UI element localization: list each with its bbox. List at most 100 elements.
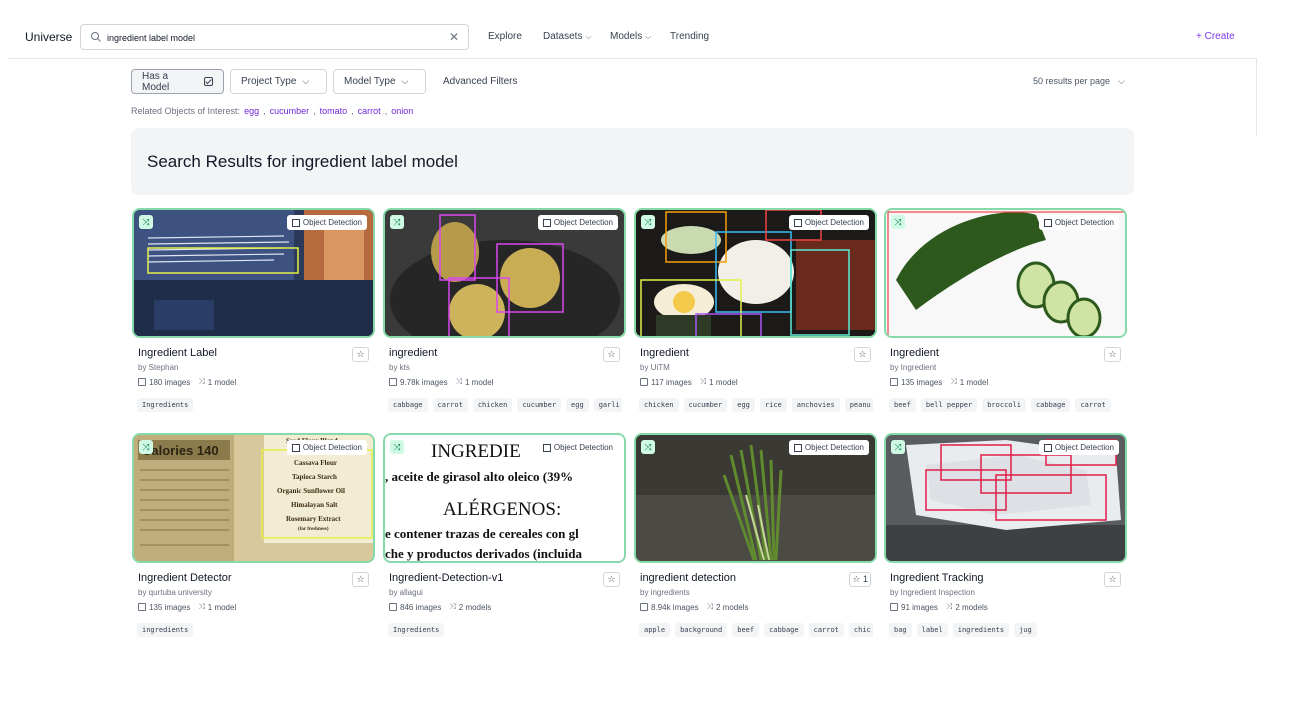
card-title[interactable]: Ingredient	[890, 347, 939, 359]
tag[interactable]: chicken	[472, 398, 513, 412]
tag[interactable]: broccoli	[982, 398, 1026, 412]
nav-explore[interactable]: Explore	[488, 31, 522, 42]
card-thumbnail[interactable]: ⤨ Object Detection	[383, 208, 626, 338]
close-icon[interactable]: ✕	[447, 30, 461, 44]
card-thumbnail[interactable]: ⤨ Object Detection	[132, 208, 375, 338]
tag[interactable]: bell pepper	[920, 398, 978, 412]
project-card[interactable]: INGREDIE , aceite de girasol alto oleico…	[383, 433, 626, 637]
tag[interactable]: bag	[889, 623, 912, 637]
tag[interactable]: ingredients	[952, 623, 1010, 637]
project-card[interactable]: Calories 140 Seed Flour Blend Cassava Fl…	[132, 433, 375, 637]
image-icon	[389, 603, 397, 611]
nav-datasets[interactable]: Datasets ⌵	[543, 31, 592, 42]
tag[interactable]: chic	[848, 623, 873, 637]
tag[interactable]: cucumber	[683, 398, 728, 412]
bounding-box-icon	[793, 443, 802, 452]
model-icon: ⤨	[139, 215, 153, 229]
card-thumbnail[interactable]: INGREDIE , aceite de girasol alto oleico…	[383, 433, 626, 563]
tag[interactable]: egg	[566, 398, 589, 412]
brand-logo[interactable]: Universe	[25, 30, 72, 44]
tag[interactable]: background	[675, 623, 728, 637]
project-type-filter[interactable]: Project Type ⌵	[230, 69, 327, 94]
tag[interactable]: rice	[759, 398, 787, 412]
related-item[interactable]: tomato	[320, 106, 348, 116]
project-card[interactable]: ⤨ Object Detection Ingredient Tracking ☆…	[884, 433, 1127, 637]
tag[interactable]: beef	[732, 623, 760, 637]
tag[interactable]: carrot	[1075, 398, 1111, 412]
project-type-badge: Object Detection	[286, 215, 367, 230]
tag[interactable]: carrot	[432, 398, 468, 412]
card-thumbnail[interactable]: ⤨ Object Detection	[884, 208, 1127, 338]
tag[interactable]: label	[916, 623, 948, 637]
tag[interactable]: apple	[639, 623, 671, 637]
create-button[interactable]: + Create	[1196, 31, 1235, 42]
project-card[interactable]: ⤨ Object Detection ingredient detection …	[634, 433, 877, 637]
image-icon	[640, 378, 648, 386]
related-item[interactable]: onion	[391, 106, 413, 116]
card-thumbnail[interactable]: Calories 140 Seed Flour Blend Cassava Fl…	[132, 433, 375, 563]
card-meta: 846 images ⤨ 2 models	[389, 602, 491, 612]
related-item[interactable]: egg	[244, 106, 259, 116]
chevron-down-icon: ⌵	[302, 76, 310, 86]
search-input[interactable]	[107, 29, 437, 46]
card-thumbnail[interactable]: ⤨ Object Detection	[634, 208, 877, 338]
results-per-page-select[interactable]: 50 results per page ⌵	[1033, 76, 1125, 87]
tag[interactable]: carrot	[808, 623, 844, 637]
tag[interactable]: beef	[889, 398, 916, 412]
nav-trending[interactable]: Trending	[670, 31, 709, 42]
related-item[interactable]: cucumber	[270, 106, 310, 116]
card-thumbnail[interactable]: ⤨ Object Detection	[634, 433, 877, 563]
star-button[interactable]: ☆	[352, 572, 369, 587]
tag[interactable]: jug	[1014, 623, 1037, 637]
star-button[interactable]: ☆	[1104, 347, 1121, 362]
tag[interactable]: peanu	[844, 398, 873, 412]
nav-models[interactable]: Models ⌵	[610, 31, 651, 42]
star-button[interactable]: ☆	[603, 572, 620, 587]
card-title[interactable]: ingredient	[389, 347, 437, 359]
tag[interactable]: cucumber	[517, 398, 562, 412]
chevron-down-icon: ⌵	[645, 31, 652, 41]
related-item[interactable]: carrot	[358, 106, 381, 116]
has-model-filter[interactable]: Has a Model	[131, 69, 224, 94]
tag[interactable]: anchovies	[791, 398, 840, 412]
advanced-filters-link[interactable]: Advanced Filters	[443, 76, 517, 87]
bounding-box-icon	[291, 218, 300, 227]
tag[interactable]: Ingredients	[388, 623, 445, 637]
card-author: by allagui	[389, 588, 423, 597]
star-button[interactable]: ☆	[352, 347, 369, 362]
model-icon: ⤨	[945, 602, 953, 611]
card-title[interactable]: Ingredient	[640, 347, 689, 359]
tag[interactable]: garli	[593, 398, 622, 412]
project-card[interactable]: ⤨ Object Detection Ingredient Label ☆ by…	[132, 208, 375, 412]
card-title[interactable]: Ingredient-Detection-v1	[389, 572, 503, 584]
model-icon: ⤨	[139, 440, 153, 454]
header-divider	[8, 58, 1256, 59]
star-button[interactable]: ☆ 1	[849, 572, 871, 587]
card-thumbnail[interactable]: ⤨ Object Detection	[884, 433, 1127, 563]
star-button[interactable]: ☆	[603, 347, 620, 362]
project-card[interactable]: ⤨ Object Detection Ingredient ☆ by Ingre…	[884, 208, 1127, 412]
ingredient-text: Rosemary Extract	[286, 515, 341, 523]
model-type-filter[interactable]: Model Type ⌵	[333, 69, 426, 94]
ingredient-text: Tapioca Starch	[292, 473, 337, 481]
model-icon: ⤨	[706, 602, 713, 611]
card-title[interactable]: ingredient detection	[640, 572, 736, 584]
tag[interactable]: Ingredients	[137, 398, 194, 412]
card-title[interactable]: Ingredient Tracking	[890, 572, 984, 584]
card-title[interactable]: Ingredient Detector	[138, 572, 232, 584]
tag[interactable]: cabbage	[1030, 398, 1071, 412]
star-button[interactable]: ☆	[854, 347, 871, 362]
tag[interactable]: chicken	[639, 398, 679, 412]
tag[interactable]: egg	[732, 398, 755, 412]
star-button[interactable]: ☆	[1104, 572, 1121, 587]
project-card[interactable]: ⤨ Object Detection Ingredient ☆ by UiTM …	[634, 208, 877, 412]
search-bar[interactable]: ✕	[80, 24, 469, 50]
tag[interactable]: cabbage	[764, 623, 804, 637]
tag[interactable]: cabbage	[388, 398, 428, 412]
scrollbar-track[interactable]	[1256, 58, 1257, 136]
tag[interactable]: ingredients	[137, 623, 194, 637]
card-title[interactable]: Ingredient Label	[138, 347, 217, 359]
image-icon	[138, 603, 146, 611]
project-card[interactable]: ⤨ Object Detection ingredient ☆ by kts 9…	[383, 208, 626, 412]
card-author: by kts	[389, 363, 410, 372]
